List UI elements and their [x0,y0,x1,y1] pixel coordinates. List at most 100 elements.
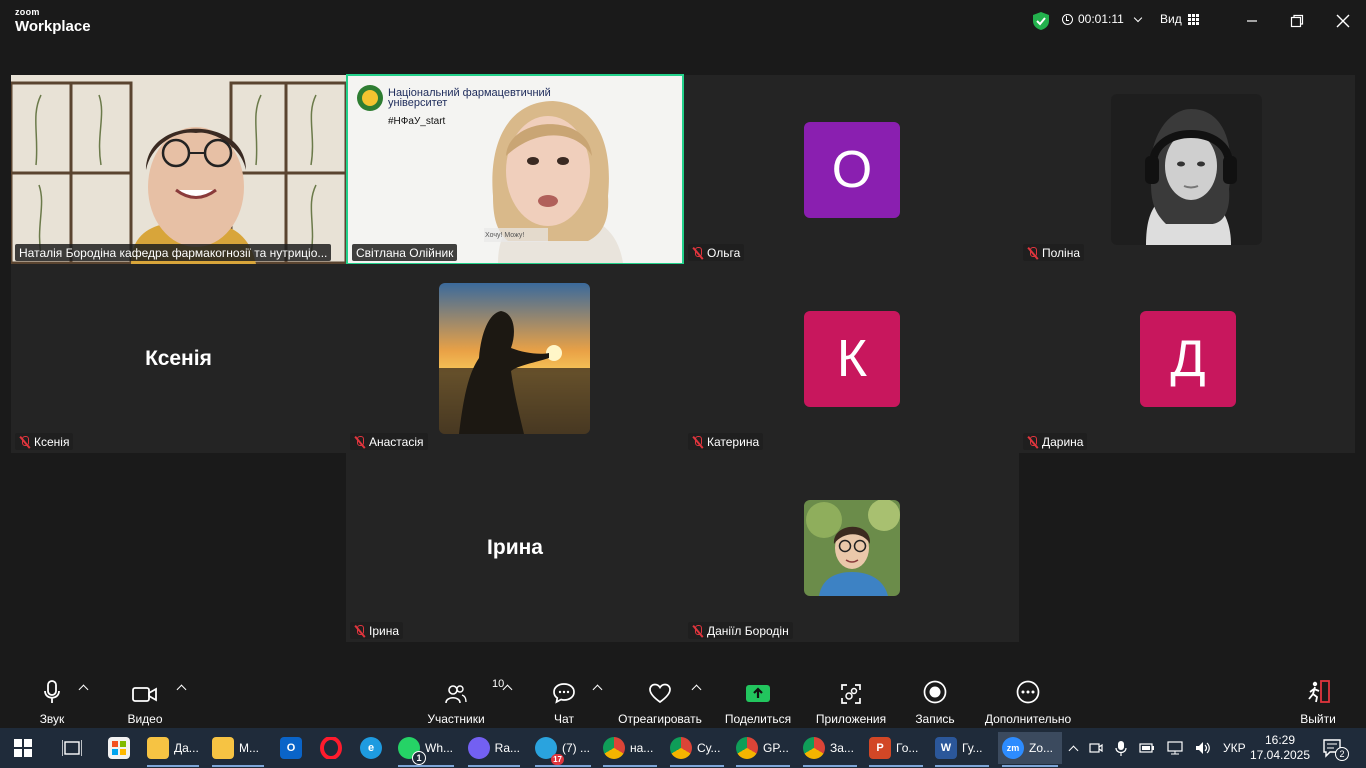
minimize-button[interactable] [1240,10,1264,32]
video-tile-svitlana[interactable]: Національний фармацевтичний університет … [346,74,684,265]
avatar: О [804,122,900,218]
store-icon [108,737,130,759]
zoom-logo: zoom Workplace [15,7,91,35]
meet-now-icon[interactable] [1089,741,1103,755]
battery-icon[interactable] [1139,742,1155,754]
taskbar-label: Zo... [1029,741,1054,755]
taskbar-item-zoom[interactable]: zm Zo... [998,732,1062,767]
leave-button[interactable]: Выйти [1298,678,1338,726]
zoom-icon: zm [1002,737,1024,759]
apps-button[interactable]: Приложения [814,678,888,726]
chat-button[interactable]: Чат [548,678,580,726]
show-hidden-icons-icon[interactable] [1068,745,1079,755]
video-tile-daniil[interactable]: Даніїл Бородін [684,453,1019,642]
audio-options-caret[interactable] [78,684,89,695]
video-options-caret[interactable] [176,684,187,695]
meeting-controls: Звук Видео 10 Участники Чат Отреагироват… [0,668,1366,728]
participants-options-caret[interactable] [502,684,513,695]
word-icon: W [935,737,957,759]
more-label: Дополнительно [984,712,1072,726]
folder-icon [212,737,234,759]
participants-label: Участники [427,712,485,726]
mic-muted-icon [1027,246,1039,260]
windows-logo-icon [14,739,32,757]
start-button[interactable] [10,732,36,764]
task-view-button[interactable] [58,732,86,764]
input-language[interactable]: УКР [1223,741,1246,755]
taskbar-item-chrome-2[interactable]: Су... [666,732,728,767]
audio-button[interactable]: Звук [35,678,69,726]
view-button[interactable]: Вид [1160,12,1199,26]
participant-nameplate: Катерина [688,433,764,450]
chrome-icon [603,737,625,759]
taskbar-item-powerpoint[interactable]: P Го... [865,732,927,767]
close-icon [1336,14,1350,28]
avatar [439,283,590,434]
participant-big-name: Ірина [487,536,543,559]
taskbar-label: За... [830,741,854,755]
chrome-icon [670,737,692,759]
taskbar-item-chrome-3[interactable]: GP... [732,732,794,767]
video-tile-natalia[interactable]: Наталія Бородіна кафедра фармакогнозії т… [11,75,346,264]
participant-name: Ксенія [34,435,70,449]
taskbar-item-folder-2[interactable]: М... [208,732,268,767]
taskbar-item-word[interactable]: W Гу... [931,732,993,767]
video-tile-iryna[interactable]: Ірина Ірина [346,453,684,642]
restore-icon [1290,14,1304,28]
chat-options-caret[interactable] [592,684,603,695]
microphone-tray-icon[interactable] [1115,740,1127,756]
heart-icon [649,683,671,704]
outlook-button[interactable]: O [276,732,306,764]
participant-nameplate: Даніїл Бородін [688,622,793,639]
video-tile-daryna[interactable]: Д Дарина [1019,264,1355,453]
opera-button[interactable] [316,732,346,764]
university-name: Національний фармацевтичний університет [388,87,551,109]
mic-muted-icon [692,624,704,638]
record-button[interactable]: Запись [912,678,958,726]
clock[interactable]: 16:29 17.04.2025 [1249,728,1311,768]
encryption-shield-icon[interactable] [1032,11,1050,31]
participant-name: Даніїл Бородін [707,624,789,638]
notifications-button[interactable]: 2 [1322,728,1349,768]
mic-muted-icon [1027,435,1039,449]
whatsapp-icon: 1 [398,737,426,765]
react-button[interactable]: Отреагировать [617,678,703,726]
video-tile-olga[interactable]: О Ольга [684,75,1019,264]
taskbar-item-chrome-1[interactable]: на... [599,732,661,767]
folder-icon [147,737,169,759]
taskbar-item-telegram[interactable]: 17 (7) ... [531,732,595,767]
restore-button[interactable] [1285,10,1309,32]
taskbar-item-viber[interactable]: Ra... [464,732,524,767]
leave-meeting-icon [1308,680,1330,703]
profile-photo [1111,94,1262,245]
taskbar-item-folder-1[interactable]: Да... [143,732,203,767]
profile-photo [439,283,590,434]
brand-top: zoom [15,7,40,17]
video-tile-anastasia[interactable]: Анастасія [346,264,684,453]
network-icon[interactable] [1167,741,1183,755]
video-tile-polina[interactable]: Поліна [1019,75,1355,264]
participants-button[interactable]: 10 Участники [423,678,504,726]
video-label: Видео [127,712,163,726]
share-button[interactable]: Поделиться [724,678,792,726]
mic-muted-icon [692,435,704,449]
hashtag-label: #НФаУ_start [388,116,446,127]
powerpoint-icon: P [869,737,891,759]
video-tile-ksenia[interactable]: Ксенія Ксенія [11,264,346,453]
taskbar-item-whatsapp[interactable]: 1 Wh... [394,732,458,767]
video-tile-kateryna[interactable]: К Катерина [684,264,1019,453]
volume-icon[interactable] [1195,741,1211,755]
video-button[interactable]: Видео [125,678,165,726]
chevron-down-icon [1133,13,1143,22]
meeting-timer[interactable]: 00:01:11 [1062,12,1143,26]
more-button[interactable]: Дополнительно [983,678,1073,726]
taskbar-label: Су... [697,741,721,755]
close-button[interactable] [1331,10,1355,32]
participant-name: Дарина [1042,435,1084,449]
clock-date: 17.04.2025 [1249,748,1311,762]
taskbar-item-chrome-4[interactable]: За... [799,732,861,767]
edge-button[interactable]: e [356,732,386,764]
store-button[interactable] [104,732,134,764]
react-label: Отреагировать [618,712,702,726]
audio-label: Звук [39,712,65,726]
